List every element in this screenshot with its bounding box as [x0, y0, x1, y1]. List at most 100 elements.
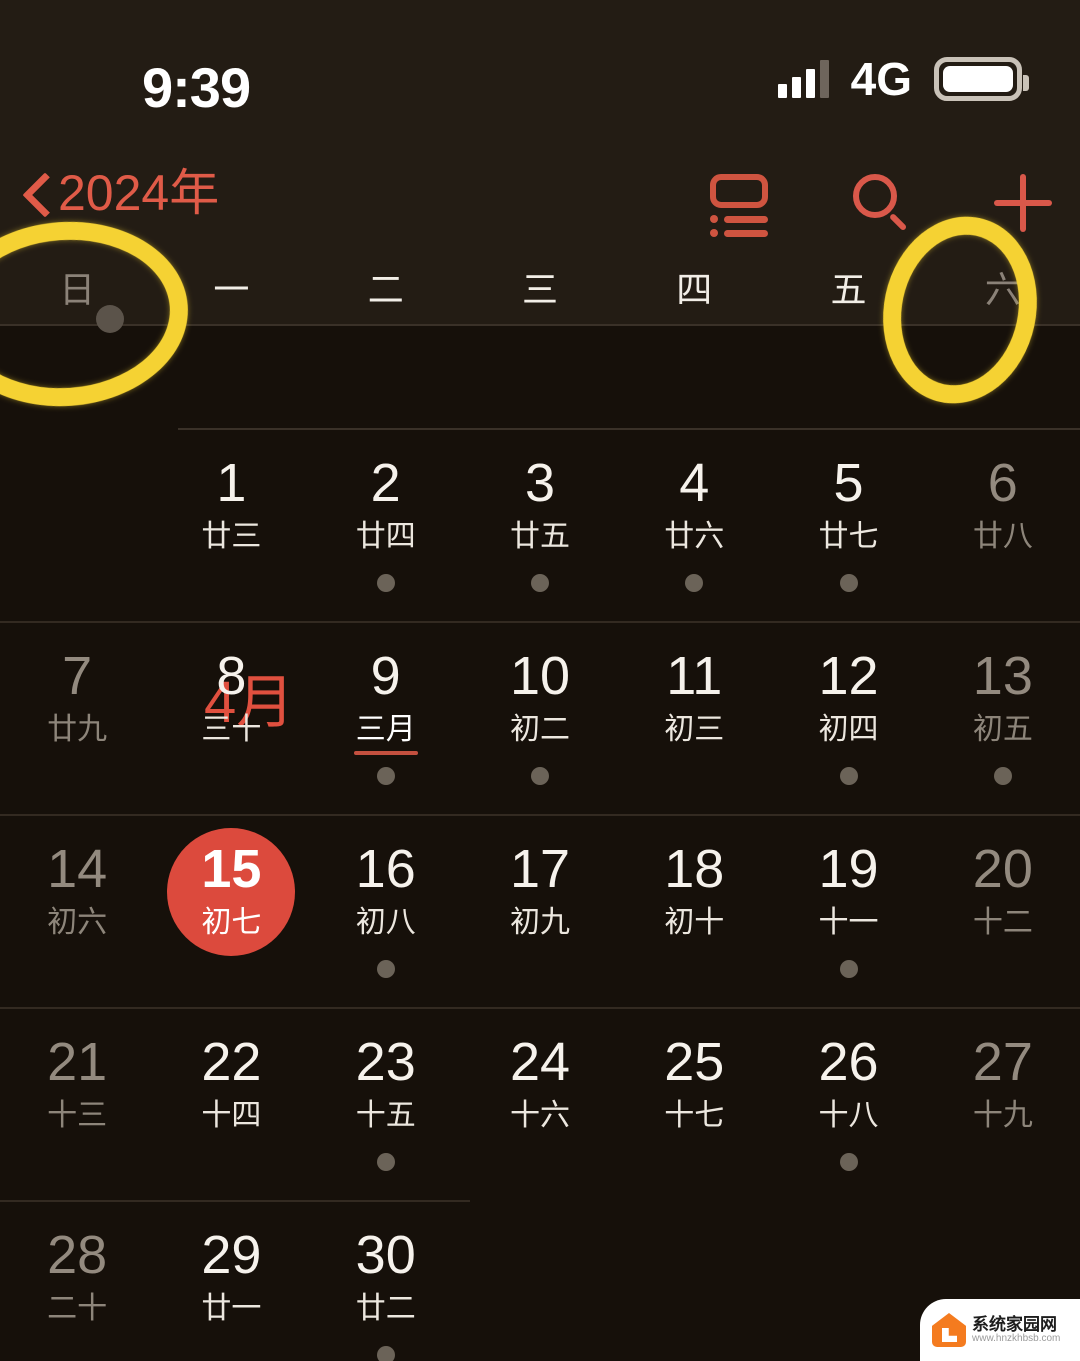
- event-dot: [839, 960, 858, 978]
- search-icon-ring: [853, 174, 897, 218]
- event-dot: [685, 574, 704, 592]
- day-number: 17: [509, 839, 571, 899]
- calendar-week-row: 14 初六 15 初七 16 初八 17 初九 18 初十 19 十一 20 十二: [0, 816, 1080, 1009]
- calendar-day-cell[interactable]: 7 廿九: [0, 623, 154, 816]
- calendar-day-cell[interactable]: 24 十六: [463, 1009, 617, 1202]
- watermark-title: 系统家园网: [972, 1314, 1057, 1334]
- site-watermark: 系统家园网 www.hnzkhbsb.com: [920, 1299, 1080, 1361]
- back-button-label: 2024年: [58, 165, 220, 221]
- event-dot: [376, 574, 395, 592]
- calendar-day-cell[interactable]: 20 十二: [926, 816, 1080, 1009]
- weekday-header-thursday: 四: [676, 269, 713, 310]
- day-number: 11: [666, 646, 723, 706]
- calendar-day-cell[interactable]: 6 廿八: [926, 430, 1080, 623]
- search-icon[interactable]: [850, 172, 912, 234]
- calendar-day-cell[interactable]: 22 十四: [154, 1009, 308, 1202]
- calendar-day-cell[interactable]: 16 初八: [309, 816, 463, 1009]
- weekday-header-friday: 五: [830, 269, 867, 310]
- calendar-day-cell[interactable]: 25 十七: [617, 1009, 771, 1202]
- calendar-day-cell[interactable]: 21 十三: [0, 1009, 154, 1202]
- calendar-day-cell[interactable]: 2 廿四: [309, 430, 463, 623]
- lunar-date-label: 廿五: [509, 520, 570, 553]
- lunar-date-label: 廿八: [972, 520, 1033, 553]
- calendar-day-cell[interactable]: 26 十八: [771, 1009, 925, 1202]
- event-dot: [376, 1346, 395, 1361]
- lunar-month-underline: [353, 751, 418, 755]
- calendar-week-cells: 1 廿三 2 廿四 3 廿五 4 廿六 5 廿七 6 廿八: [0, 430, 1080, 623]
- battery-fill: [943, 66, 1013, 92]
- calendar-day-cell[interactable]: 11 初三: [617, 623, 771, 816]
- list-icon-line: [724, 216, 768, 223]
- lunar-date-label: 廿六: [664, 520, 725, 553]
- status-bar: 9:39 4G: [0, 0, 1080, 150]
- back-to-year-button[interactable]: 2024年: [22, 168, 219, 222]
- day-number: 24: [509, 1032, 571, 1092]
- list-icon-bullet: [710, 229, 718, 237]
- calendar-cell-empty: [617, 1202, 771, 1361]
- network-type-label: 4G: [850, 53, 912, 105]
- event-dot: [530, 574, 549, 592]
- calendar-day-cell[interactable]: 28 二十: [0, 1202, 154, 1361]
- month-title-band: 4月: [0, 326, 1080, 732]
- lunar-date-label: 廿七: [818, 520, 879, 553]
- lunar-date-label: 廿一: [201, 1292, 262, 1325]
- weekday-header-tuesday: 二: [367, 269, 404, 310]
- calendar-day-cell[interactable]: 19 十一: [771, 816, 925, 1009]
- calendar-day-cell[interactable]: 23 十五: [309, 1009, 463, 1202]
- lunar-date-label: 初七: [201, 906, 262, 939]
- weekday-header-row: 日 一 二 三 四 五 六: [0, 256, 1080, 324]
- event-dot: [376, 1153, 395, 1171]
- day-number: 16: [355, 839, 416, 899]
- nav-action-group: [708, 150, 1054, 256]
- calendar-day-cell[interactable]: 18 初十: [617, 816, 771, 1009]
- search-icon-handle: [888, 212, 908, 232]
- calendar-day-cell[interactable]: 1 廿三: [154, 430, 308, 623]
- calendar-day-cell[interactable]: 13 初五: [926, 623, 1080, 816]
- day-number: 6: [987, 453, 1018, 513]
- list-icon-bullet: [710, 215, 718, 223]
- weekday-header-wednesday: 三: [521, 269, 558, 310]
- lunar-date-label: 三十: [201, 713, 262, 746]
- day-number: 4: [679, 453, 710, 513]
- calendar-day-cell[interactable]: 12 初四: [771, 623, 925, 816]
- day-number: 23: [355, 1032, 416, 1092]
- signal-bars-icon: [777, 60, 829, 98]
- calendar-day-cell[interactable]: 8 三十: [154, 623, 308, 816]
- calendar-day-cell[interactable]: 27 十九: [926, 1009, 1080, 1202]
- day-number: 26: [818, 1032, 879, 1092]
- lunar-date-label: 初二: [509, 713, 570, 746]
- calendar-day-cell[interactable]: 3 廿五: [463, 430, 617, 623]
- house-arrow-logo-icon: [932, 1313, 966, 1347]
- lunar-date-label: 十六: [509, 1099, 570, 1132]
- lunar-date-label: 初五: [972, 713, 1033, 746]
- day-number: 27: [972, 1032, 1033, 1092]
- calendar-week-row: 1 廿三 2 廿四 3 廿五 4 廿六 5 廿七 6 廿八: [0, 430, 1080, 623]
- calendar-day-cell[interactable]: 9 三月: [309, 623, 463, 816]
- weekday-header-saturday: 六: [984, 269, 1021, 310]
- calendar-day-cell[interactable]: 10 初二: [463, 623, 617, 816]
- lunar-date-label: 十九: [972, 1099, 1033, 1132]
- battery-icon: [934, 57, 1029, 101]
- calendar-day-cell[interactable]: 5 廿七: [771, 430, 925, 623]
- calendar-day-cell[interactable]: 14 初六: [0, 816, 154, 1009]
- day-number: 22: [201, 1032, 262, 1092]
- calendar-day-cell[interactable]: 15 初七: [154, 816, 308, 1009]
- lunar-date-label: 初四: [818, 713, 879, 746]
- calendar-week-row: 7 廿九 8 三十 9 三月 10 初二 11 初三 12 初四 13 初五: [0, 623, 1080, 816]
- list-icon-box: [710, 174, 768, 208]
- lunar-date-label: 十四: [201, 1099, 262, 1132]
- calendar-day-cell[interactable]: 29 廿一: [154, 1202, 308, 1361]
- chevron-left-icon: [22, 172, 48, 218]
- day-number: 29: [201, 1225, 262, 1285]
- calendar-day-cell[interactable]: 30 廿二: [309, 1202, 463, 1361]
- day-number: 30: [355, 1225, 416, 1285]
- calendar-day-cell[interactable]: 4 廿六: [617, 430, 771, 623]
- lunar-date-label: 十七: [664, 1099, 725, 1132]
- calendar-day-cell[interactable]: 17 初九: [463, 816, 617, 1009]
- lunar-date-label: 三月: [355, 713, 416, 746]
- weekday-header-monday: 一: [213, 269, 250, 310]
- day-number: 13: [972, 646, 1033, 706]
- list-view-icon[interactable]: [708, 172, 770, 237]
- plus-icon[interactable]: [992, 172, 1054, 234]
- lunar-date-label: 十五: [355, 1099, 416, 1132]
